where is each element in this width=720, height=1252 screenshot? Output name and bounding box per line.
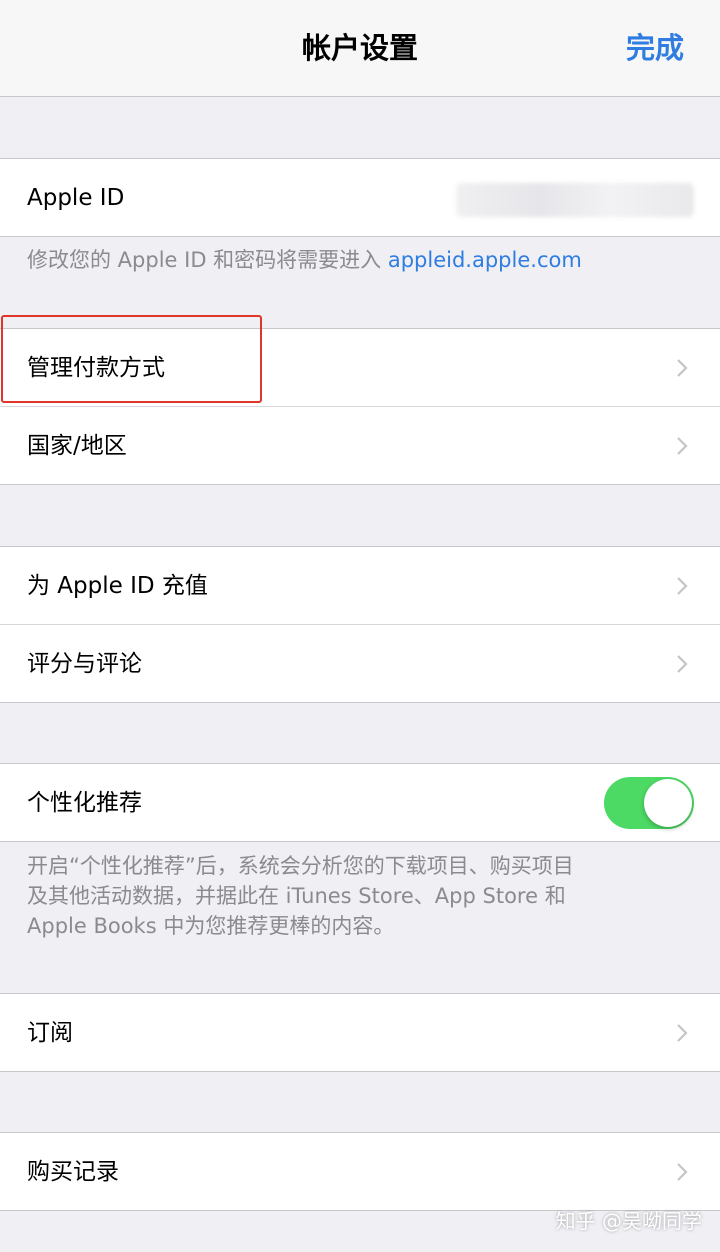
apple-id-label: Apple ID <box>27 185 125 211</box>
balance-group: 为 Apple ID 充值 评分与评论 <box>0 546 720 703</box>
country-region-row[interactable]: 国家/地区 <box>0 407 720 485</box>
purchase-history-row[interactable]: 购买记录 <box>0 1133 720 1211</box>
subscriptions-group: 订阅 <box>0 993 720 1072</box>
chevron-right-icon <box>677 577 688 595</box>
watermark: 知乎 @吴呦同学 <box>555 1209 702 1233</box>
apple-id-footer: 修改您的 Apple ID 和密码将需要进入 appleid.apple.com <box>27 245 697 275</box>
chevron-right-icon <box>677 359 688 377</box>
subscriptions-row[interactable]: 订阅 <box>0 994 720 1072</box>
navigation-bar: 帐户设置 完成 <box>0 0 720 97</box>
personalization-label: 个性化推荐 <box>27 790 142 816</box>
apple-id-group: Apple ID <box>0 158 720 237</box>
purchase-history-label: 购买记录 <box>27 1159 119 1185</box>
purchase-group: 购买记录 <box>0 1132 720 1211</box>
ratings-label: 评分与评论 <box>27 651 142 677</box>
add-funds-label: 为 Apple ID 充值 <box>27 573 208 599</box>
chevron-right-icon <box>677 1024 688 1042</box>
ratings-row[interactable]: 评分与评论 <box>0 625 720 703</box>
page-title: 帐户设置 <box>301 31 418 65</box>
subscriptions-label: 订阅 <box>27 1020 73 1046</box>
add-funds-row[interactable]: 为 Apple ID 充值 <box>0 547 720 625</box>
personalization-footer-line: Apple Books 中为您推荐更棒的内容。 <box>27 914 395 938</box>
chevron-right-icon <box>677 437 688 455</box>
done-button[interactable]: 完成 <box>626 28 684 68</box>
chevron-right-icon <box>677 1163 688 1181</box>
personalization-footer-line: 及其他活动数据，并据此在 iTunes Store、App Store 和 <box>27 884 566 908</box>
personalization-footer: 开启“个性化推荐”后，系统会分析您的下载项目、购买项目 及其他活动数据，并据此在… <box>27 851 697 941</box>
personalization-toggle[interactable] <box>604 777 694 829</box>
appleid-link[interactable]: appleid.apple.com <box>388 248 582 272</box>
toggle-knob <box>644 779 692 827</box>
chevron-right-icon <box>677 655 688 673</box>
highlight-box <box>1 315 262 403</box>
personalization-row: 个性化推荐 <box>0 764 720 842</box>
apple-id-row: Apple ID <box>0 159 720 237</box>
country-region-label: 国家/地区 <box>27 433 127 459</box>
apple-id-value-blurred <box>456 183 694 217</box>
apple-id-footer-text: 修改您的 Apple ID 和密码将需要进入 <box>27 248 388 272</box>
personalization-footer-line: 开启“个性化推荐”后，系统会分析您的下载项目、购买项目 <box>27 854 574 878</box>
personalization-group: 个性化推荐 <box>0 763 720 842</box>
